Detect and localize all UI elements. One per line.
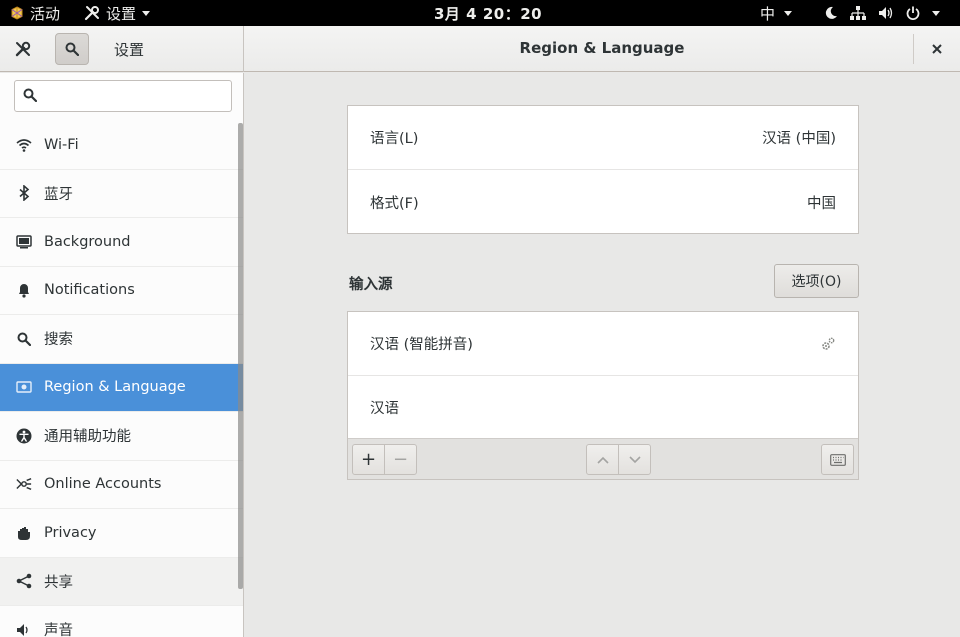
language-row[interactable]: 语言(L) 汉语 (中国)	[348, 106, 858, 170]
sidebar-item-label: 通用辅助功能	[44, 429, 131, 446]
move-up-button[interactable]	[586, 444, 619, 475]
settings-window: 设置 Region & Language Wi-Fi 蓝牙 Background…	[0, 26, 960, 637]
sidebar-item-search[interactable]: 搜索	[0, 315, 243, 364]
input-source-row[interactable]: 汉语 (智能拼音)	[348, 312, 858, 376]
top-bar: 活动 设置 3月 4 20：20 中	[0, 0, 960, 26]
panel-title: Region & Language	[519, 39, 685, 57]
input-method-label: 中	[760, 4, 776, 23]
activities-label: 活动	[30, 4, 61, 23]
sidebar-item-accessibility[interactable]: 通用辅助功能	[0, 412, 243, 461]
activities-button[interactable]: 活动	[10, 0, 60, 26]
header-bar: 设置 Region & Language	[0, 26, 960, 72]
speaker-icon	[16, 622, 32, 637]
chevron-up-icon	[596, 456, 609, 464]
background-icon	[16, 234, 32, 250]
network-icon	[850, 6, 866, 20]
hand-icon	[16, 525, 32, 541]
add-input-source-button[interactable]: +	[352, 444, 385, 475]
sidebar-item-label: Wi-Fi	[44, 136, 79, 153]
sidebar-item-label: Privacy	[44, 524, 97, 541]
sidebar-item-privacy[interactable]: Privacy	[0, 509, 243, 558]
sidebar-item-online-accounts[interactable]: Online Accounts	[0, 461, 243, 509]
chevron-down-icon	[142, 10, 151, 16]
sidebar-item-wifi[interactable]: Wi-Fi	[0, 121, 243, 170]
sidebar-header: 设置	[0, 26, 244, 72]
close-icon	[932, 44, 942, 54]
input-method-indicator[interactable]: 中	[760, 0, 793, 26]
app-menu-label: 设置	[106, 4, 137, 23]
language-format-card: 语言(L) 汉语 (中国) 格式(F) 中国	[347, 105, 859, 234]
share-icon	[16, 573, 32, 589]
sidebar-search-input[interactable]	[14, 80, 232, 112]
sidebar-item-sharing[interactable]: 共享	[0, 557, 243, 606]
online-accounts-icon	[16, 476, 32, 492]
wifi-icon	[16, 137, 32, 153]
search-toggle-button[interactable]	[55, 33, 89, 65]
gear-icon[interactable]	[820, 336, 836, 352]
bluetooth-icon	[16, 185, 32, 202]
sidebar-item-label: Online Accounts	[44, 476, 162, 493]
settings-title: 设置	[114, 41, 145, 59]
power-icon	[906, 6, 920, 20]
input-sources-card: 汉语 (智能拼音) 汉语 + −	[347, 311, 859, 480]
clock[interactable]: 3月 4 20：20	[434, 0, 542, 26]
sidebar-item-label: Background	[44, 233, 131, 250]
region-language-panel: 语言(L) 汉语 (中国) 格式(F) 中国 输入源 选项(O) 汉语 (智能拼…	[245, 73, 960, 637]
sidebar-item-label: 共享	[44, 574, 73, 591]
sidebar-item-sound[interactable]: 声音	[0, 606, 243, 637]
formats-value: 中国	[807, 195, 836, 212]
chevron-down-icon	[784, 10, 793, 16]
sidebar-item-background[interactable]: Background	[0, 218, 243, 267]
app-menu[interactable]: 设置	[84, 0, 151, 26]
sidebar-item-region-language[interactable]: Region & Language	[0, 363, 243, 412]
night-light-icon	[824, 6, 838, 20]
formats-label: 格式(F)	[370, 195, 419, 212]
header-separator	[913, 34, 914, 64]
input-source-row[interactable]: 汉语	[348, 376, 858, 440]
tools-icon	[84, 5, 100, 21]
activities-icon	[10, 6, 24, 20]
volume-icon	[878, 6, 894, 20]
sidebar: Wi-Fi 蓝牙 Background Notifications 搜索 Reg…	[0, 73, 244, 637]
status-menu[interactable]	[824, 0, 940, 26]
bell-icon	[16, 282, 32, 298]
move-down-button[interactable]	[618, 444, 651, 475]
chevron-down-icon	[628, 455, 641, 464]
sidebar-item-label: 声音	[44, 623, 73, 637]
sidebar-item-label: 搜索	[44, 332, 73, 349]
sidebar-item-label: 蓝牙	[44, 186, 73, 203]
flag-icon	[16, 379, 32, 395]
keyboard-icon	[829, 453, 846, 466]
formats-row[interactable]: 格式(F) 中国	[348, 170, 858, 234]
sidebar-item-label: Notifications	[44, 282, 135, 299]
accessibility-icon	[16, 428, 32, 444]
input-source-label: 汉语 (智能拼音)	[370, 337, 473, 353]
settings-tools-icon	[10, 38, 36, 60]
input-source-label: 汉语	[370, 401, 399, 417]
search-icon	[23, 88, 38, 106]
sidebar-item-notifications[interactable]: Notifications	[0, 267, 243, 315]
search-icon	[65, 42, 79, 56]
options-button[interactable]: 选项(O)	[774, 264, 859, 298]
sidebar-scrollbar[interactable]	[238, 123, 243, 589]
search-icon	[16, 331, 32, 347]
remove-input-source-button[interactable]: −	[384, 444, 417, 475]
sidebar-item-label: Region & Language	[44, 379, 186, 396]
chevron-down-icon	[932, 10, 940, 16]
keyboard-layout-button[interactable]	[821, 444, 854, 475]
input-sources-toolbar: + −	[348, 438, 858, 479]
sidebar-list: Wi-Fi 蓝牙 Background Notifications 搜索 Reg…	[0, 121, 243, 637]
language-label: 语言(L)	[370, 131, 419, 147]
close-button[interactable]	[926, 38, 948, 60]
language-value: 汉语 (中国)	[762, 131, 836, 147]
sidebar-item-bluetooth[interactable]: 蓝牙	[0, 170, 243, 218]
input-sources-heading: 输入源	[349, 277, 393, 293]
